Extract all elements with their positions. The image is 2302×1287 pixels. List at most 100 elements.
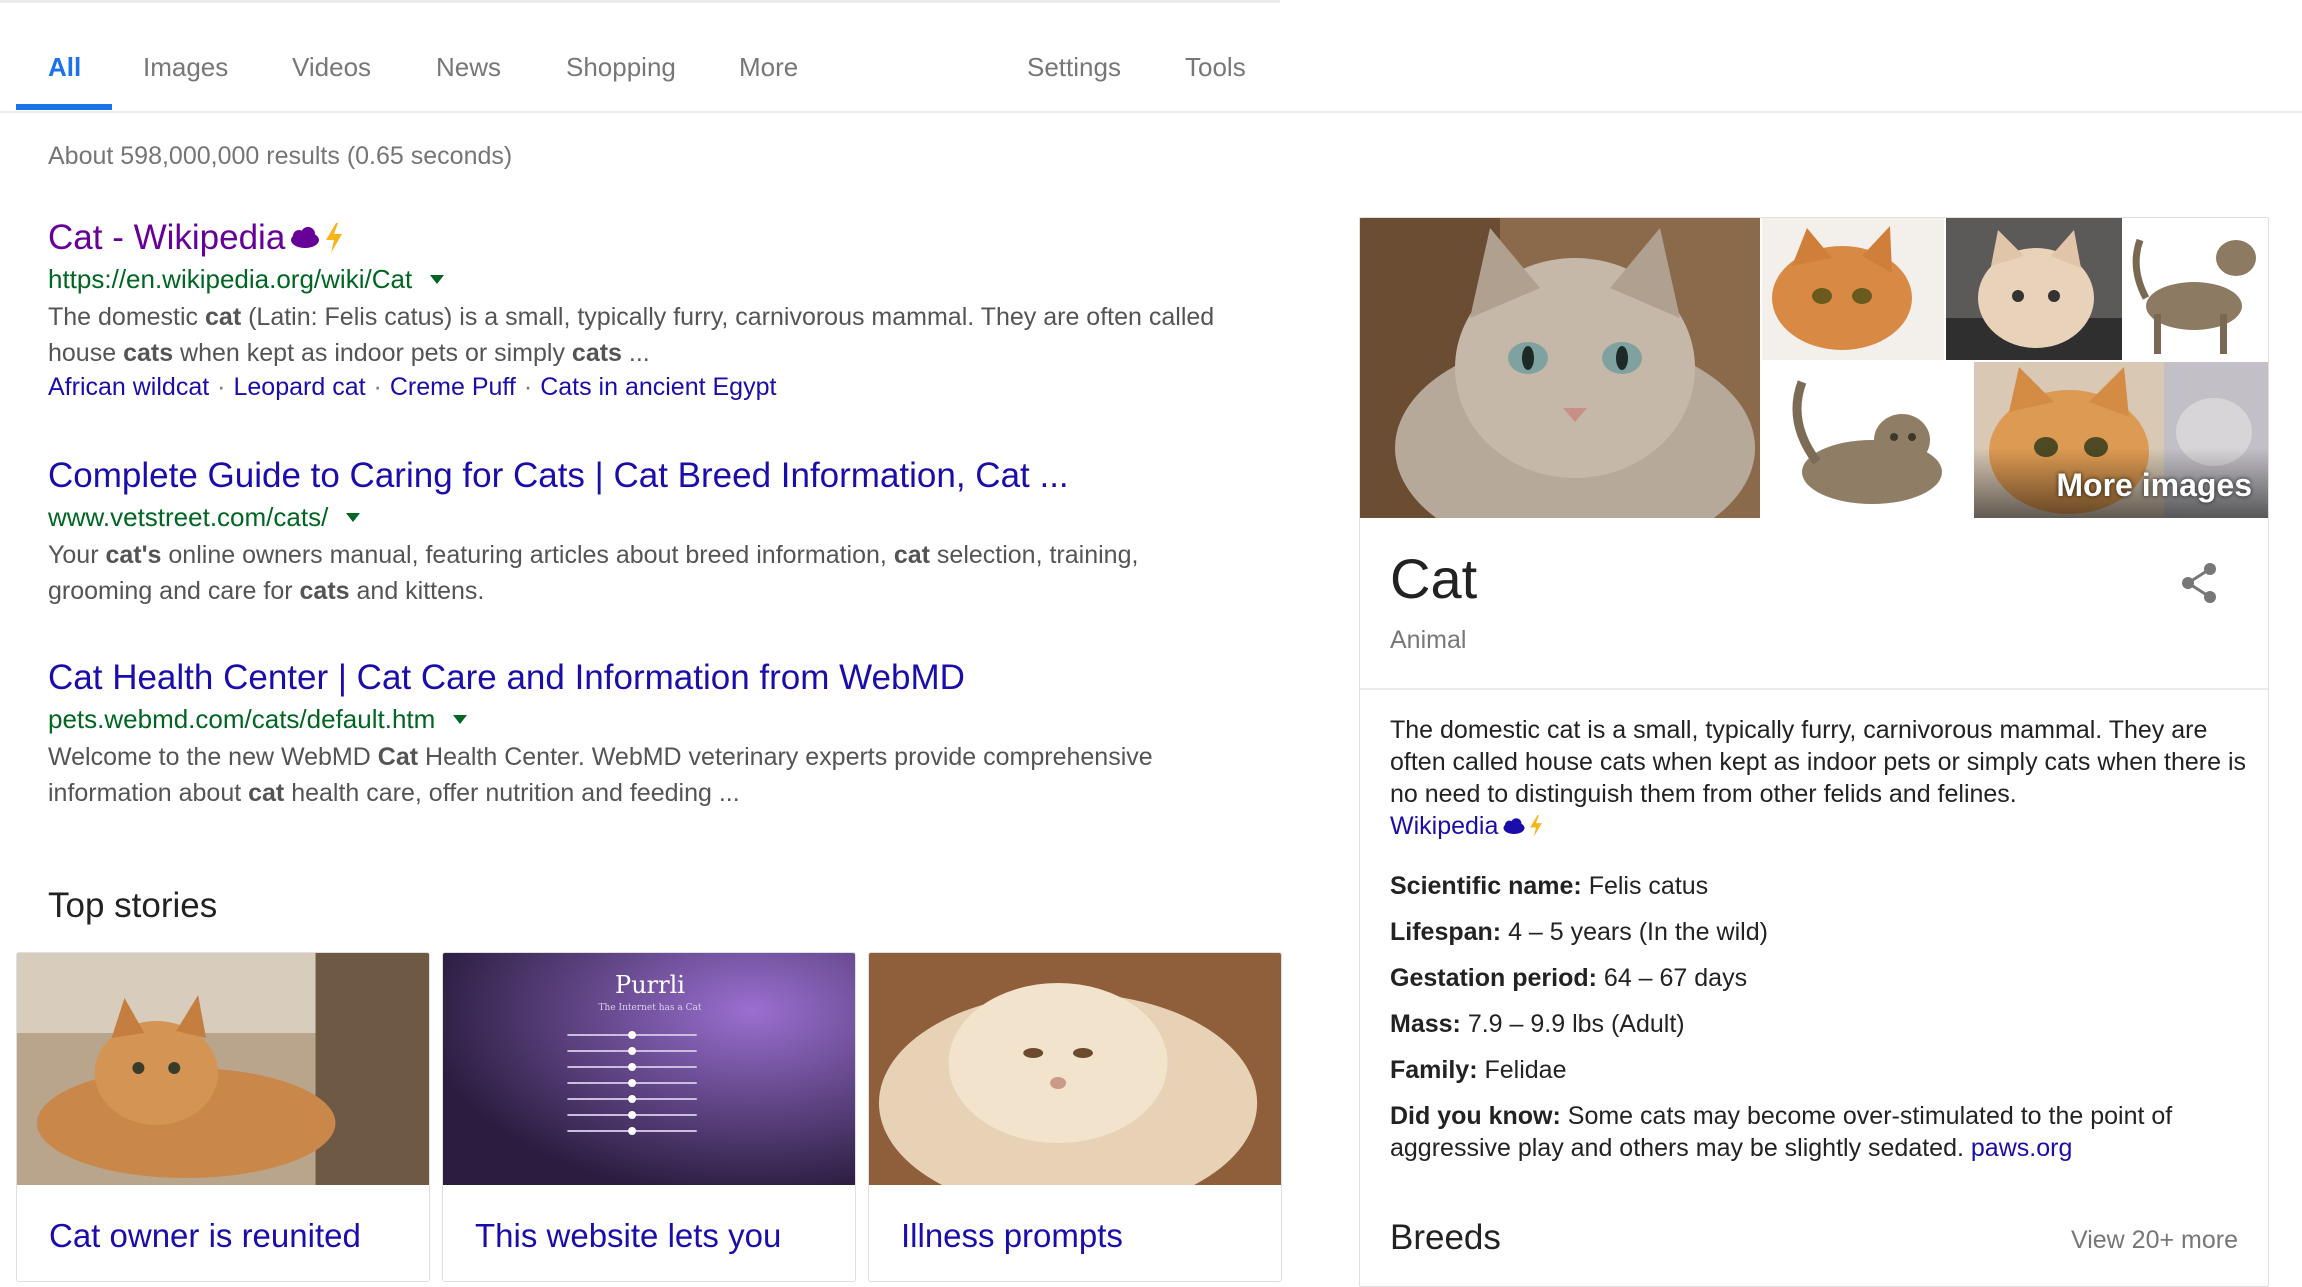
fact-label: Did you know:: [1390, 1102, 1561, 1130]
snippet-highlight: cat: [893, 541, 930, 569]
story-thumbnail-cat-image: [17, 953, 429, 1185]
snippet-text: Your: [48, 541, 106, 569]
sitelink-separator: ·: [217, 373, 226, 401]
kp-main-image[interactable]: [1360, 218, 1760, 518]
fact-value: Felis catus: [1588, 872, 1709, 900]
kp-fact-scientific-name: Scientific name: Felis catus: [1390, 870, 2250, 902]
kp-thumb-image[interactable]: [1762, 362, 1972, 518]
amp-bolt-icon: [326, 223, 343, 253]
share-icon[interactable]: [2178, 561, 2222, 605]
snippet-text: online owners manual, featuring articles…: [161, 541, 894, 569]
fact-label[interactable]: Gestation period:: [1390, 964, 1597, 992]
wikipedia-source-link[interactable]: Wikipedia: [1390, 810, 1544, 842]
breeds-heading: Breeds: [1390, 1218, 1501, 1257]
fact-label[interactable]: Lifespan:: [1390, 918, 1501, 946]
fact-label: Scientific name:: [1390, 872, 1582, 900]
kp-description: The domestic cat is a small, typically f…: [1390, 714, 2250, 842]
story-title[interactable]: Cat owner is reunited: [49, 1217, 361, 1255]
result-title-link[interactable]: Cat - Wikipedia: [48, 218, 1248, 258]
kp-description-text: The domestic cat is a small, typically f…: [1390, 716, 2247, 808]
result-title-link[interactable]: Cat Health Center | Cat Care and Informa…: [48, 658, 1248, 698]
snippet-text: health care, offer nutrition and feeding…: [284, 779, 740, 807]
snippet-highlight: cats: [299, 577, 350, 605]
kp-thumb-image[interactable]: [1946, 218, 2122, 360]
story-card[interactable]: Cat owner is reunited: [16, 952, 430, 1282]
snippet-highlight: cat: [205, 303, 242, 331]
tab-videos[interactable]: Videos: [292, 52, 371, 83]
sitelink-african-wildcat[interactable]: African wildcat: [48, 373, 209, 401]
cat-photo-image: [1946, 218, 2122, 360]
result-stats: About 598,000,000 results (0.65 seconds): [48, 142, 513, 170]
result-snippet: The domestic cat (Latin: Felis catus) is…: [48, 299, 1248, 371]
tab-news[interactable]: News: [436, 52, 501, 83]
snippet-highlight: Cat: [377, 743, 419, 771]
fact-source-link[interactable]: paws.org: [1971, 1134, 2072, 1162]
result-url-text: pets.webmd.com/cats/default.htm: [48, 704, 436, 734]
sitelink-separator: ·: [373, 373, 382, 401]
result-url: pets.webmd.com/cats/default.htm: [48, 704, 1248, 735]
kp-title: Cat: [1390, 547, 1478, 610]
purrli-tagline: The Internet has a Cat: [598, 1003, 702, 1013]
kp-fact-family: Family: Felidae: [1390, 1054, 2250, 1086]
amp-cloud-icon: [291, 227, 320, 248]
fact-value[interactable]: Felidae: [1484, 1056, 1566, 1084]
result-title-text[interactable]: Cat - Wikipedia: [48, 218, 285, 258]
fact-value: 4 – 5 years (In the wild): [1508, 918, 1768, 946]
story-title[interactable]: This website lets you: [475, 1217, 781, 1255]
story-title[interactable]: Illness prompts: [901, 1217, 1123, 1255]
snippet-highlight: cats: [571, 339, 622, 367]
view-more-breeds-link[interactable]: View 20+ more: [2071, 1226, 2238, 1255]
tab-shopping[interactable]: Shopping: [566, 52, 676, 83]
sitelink-leopard-cat[interactable]: Leopard cat: [234, 373, 366, 401]
story-card[interactable]: Illness prompts: [868, 952, 1282, 1282]
tab-more[interactable]: More: [739, 52, 798, 83]
more-images-link[interactable]: More images: [2056, 467, 2252, 504]
search-tabs-bar: All Images Videos News Shopping More Set…: [0, 0, 2302, 113]
search-result: Complete Guide to Caring for Cats | Cat …: [48, 456, 1248, 609]
result-sitelinks: African wildcat · Leopard cat · Creme Puff · C…: [48, 373, 1248, 402]
url-dropdown-icon[interactable]: [430, 275, 445, 284]
purrli-brand: Purrli: [615, 971, 685, 999]
fact-value: 64 – 67 days: [1603, 964, 1748, 992]
url-dropdown-icon[interactable]: [453, 715, 468, 724]
fact-label[interactable]: Family:: [1390, 1056, 1478, 1084]
fact-value: 7.9 – 9.9 lbs (Adult): [1467, 1010, 1685, 1038]
url-dropdown-icon[interactable]: [346, 513, 361, 522]
search-result: Cat - Wikipedia https://en.wikipedia.org…: [48, 218, 1248, 402]
tab-tools[interactable]: Tools: [1185, 52, 1246, 83]
story-thumbnail-persian-cat-image: [869, 953, 1281, 1213]
source-label[interactable]: Wikipedia: [1390, 810, 1498, 842]
sitelink-creme-puff[interactable]: Creme Puff: [390, 373, 516, 401]
kp-fact-did-you-know: Did you know: Some cats may become over-…: [1390, 1100, 2250, 1164]
tab-all[interactable]: All: [48, 52, 81, 83]
result-title-link[interactable]: Complete Guide to Caring for Cats | Cat …: [48, 456, 1248, 496]
snippet-text: and kittens.: [349, 577, 485, 605]
cat-photo-image: [1360, 218, 1760, 518]
tab-settings[interactable]: Settings: [1027, 52, 1121, 83]
story-card[interactable]: Purrli The Internet has a Cat This websi…: [442, 952, 856, 1282]
kp-thumb-image[interactable]: [2124, 218, 2268, 360]
snippet-text: The domestic: [48, 303, 206, 331]
snippet-highlight: cats: [123, 339, 174, 367]
fact-label[interactable]: Mass:: [1390, 1010, 1461, 1038]
snippet-highlight: cat's: [105, 541, 162, 569]
result-snippet: Your cat's online owners manual, featuri…: [48, 537, 1248, 609]
kp-thumb-image[interactable]: [1762, 218, 1944, 360]
kp-divider: [1360, 688, 2268, 690]
result-url-text: www.vetstreet.com/cats/: [48, 502, 329, 532]
amp-bolt-icon: [1530, 815, 1543, 837]
result-snippet: Welcome to the new WebMD Cat Health Cent…: [48, 739, 1248, 811]
result-url: www.vetstreet.com/cats/: [48, 502, 1248, 533]
kp-subtitle: Animal: [1390, 626, 1467, 654]
snippet-text: Welcome to the new WebMD: [48, 743, 378, 771]
tab-images[interactable]: Images: [143, 52, 228, 83]
snippet-text: ...: [621, 339, 650, 367]
result-url-text: https://en.wikipedia.org/wiki/Cat: [48, 264, 413, 294]
kp-fact-gestation: Gestation period: 64 – 67 days: [1390, 962, 2250, 994]
cat-photo-image: [1762, 218, 1944, 360]
active-tab-indicator: [16, 104, 112, 110]
kp-fact-lifespan: Lifespan: 4 – 5 years (In the wild): [1390, 916, 2250, 948]
sitelink-separator: ·: [523, 373, 533, 401]
sitelink-cats-ancient-egypt[interactable]: Cats in ancient Egypt: [540, 373, 776, 401]
more-images-tile[interactable]: More images: [1974, 362, 2268, 518]
